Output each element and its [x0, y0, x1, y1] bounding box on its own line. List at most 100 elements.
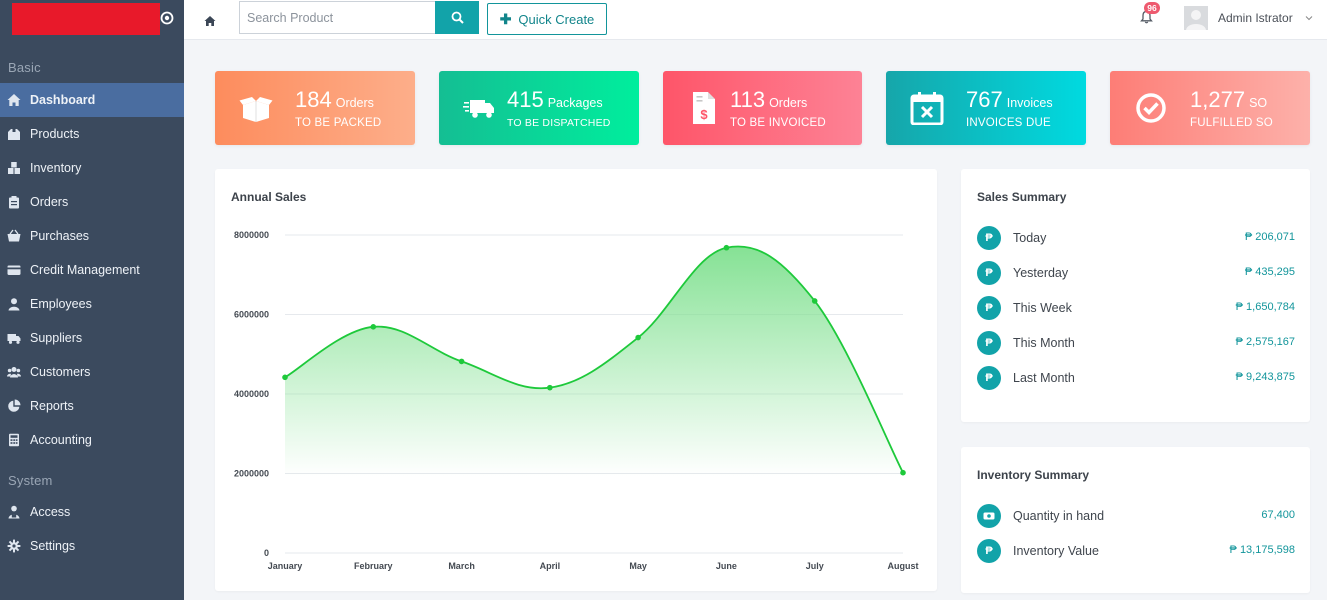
boxes-icon [7, 161, 21, 175]
sales-summary-row: ₱ Today ₱ 206,071 [977, 226, 1295, 254]
stat-caption: TO BE INVOICED [730, 117, 826, 129]
sales-summary-label: Last Month [1013, 371, 1075, 385]
sales-summary-title: Sales Summary [977, 190, 1067, 204]
stat-unit: SO [1249, 96, 1268, 110]
sidebar-item-inventory[interactable]: Inventory [0, 151, 184, 185]
sales-summary-row: ₱ Last Month ₱ 9,243,875 [977, 366, 1295, 394]
x-tick-label: April [540, 561, 561, 571]
data-point-june [723, 244, 730, 251]
invoice-dollar-icon: $ [693, 92, 715, 124]
stat-unit: Packages [547, 96, 603, 110]
sales-summary-label: Today [1013, 231, 1047, 245]
user-lock-icon [7, 505, 21, 519]
sales-summary-panel: Sales Summary ₱ Today ₱ 206,071 ₱ Yester… [961, 169, 1310, 422]
search-button[interactable] [435, 1, 479, 34]
inventory-summary-row: ₱ Inventory Value ₱ 13,175,598 [977, 539, 1295, 567]
sidebar-item-label: Inventory [30, 161, 82, 175]
stat-caption: FULFILLED SO [1190, 117, 1273, 129]
sales-summary-row: ₱ This Month ₱ 2,575,167 [977, 331, 1295, 359]
stat-caption: TO BE PACKED [295, 117, 382, 129]
box-icon [7, 127, 21, 141]
annual-sales-chart: 8000000 6000000 4000000 2000000 0 January Febr… [234, 230, 919, 571]
sidebar-item-suppliers[interactable]: Suppliers [0, 321, 184, 355]
home-icon[interactable] [204, 15, 216, 27]
peso-icon: ₱ [977, 366, 1001, 390]
stat-value: 1,277 [1190, 87, 1246, 112]
data-point-april [547, 384, 553, 391]
peso-icon: ₱ [977, 331, 1001, 355]
user-avatar-icon [1184, 6, 1208, 30]
inventory-summary-row: Quantity in hand 67,400 [977, 504, 1295, 532]
avatar[interactable] [1184, 6, 1208, 30]
stat-unit: Orders [335, 96, 374, 110]
x-tick-label: May [629, 561, 647, 571]
sales-summary-value: ₱ 9,243,875 [1235, 371, 1295, 383]
stat-value-line: 767 Invoices [966, 87, 1053, 113]
sidebar-item-accounting[interactable]: Accounting [0, 423, 184, 457]
x-tick-label: February [354, 561, 393, 571]
svg-text:$: $ [700, 107, 708, 122]
sidebar-item-label: Reports [30, 399, 74, 413]
stat-unit: Orders [769, 96, 808, 110]
x-tick-label: August [888, 561, 919, 571]
brand-logo[interactable] [12, 3, 160, 35]
home-icon [7, 93, 21, 107]
data-point-august [900, 469, 906, 476]
sales-summary-label: Yesterday [1013, 266, 1069, 280]
inventory-summary-value: ₱ 13,175,598 [1229, 544, 1295, 556]
sales-summary-label: This Month [1013, 336, 1075, 350]
inventory-summary-title: Inventory Summary [977, 468, 1090, 482]
stat-unit: Invoices [1006, 96, 1053, 110]
open-box-icon [239, 97, 273, 122]
gear-icon [7, 539, 21, 553]
cash-icon [977, 504, 1001, 528]
sales-summary-value: ₱ 1,650,784 [1235, 301, 1295, 313]
sidebar-item-products[interactable]: Products [0, 117, 184, 151]
sales-summary-label: This Week [1013, 301, 1072, 315]
y-tick-label: 0 [264, 548, 269, 558]
sidebar-item-dashboard[interactable]: Dashboard [0, 83, 184, 117]
search-icon [451, 11, 464, 24]
stat-value-line: 113 Orders [730, 87, 807, 113]
search-input[interactable] [239, 1, 436, 34]
sidebar-item-label: Products [30, 127, 80, 141]
user-icon [7, 297, 21, 311]
stat-value-line: 1,277 SO [1190, 87, 1267, 113]
stat-card-invoices-due[interactable]: 767 Invoices INVOICES DUE [886, 71, 1086, 145]
sidebar-item-employees[interactable]: Employees [0, 287, 184, 321]
stat-value-line: 184 Orders [295, 87, 374, 113]
check-circle-icon [1136, 93, 1166, 123]
sidebar-item-access[interactable]: Access [0, 495, 184, 529]
stat-card-to-be-invoiced[interactable]: $ 113 Orders TO BE INVOICED [663, 71, 862, 145]
data-point-march [458, 358, 465, 365]
user-name[interactable]: Admin Istrator [1218, 11, 1293, 25]
quick-create-button[interactable]: ✚ Quick Create [487, 3, 607, 35]
sidebar-item-settings[interactable]: Settings [0, 529, 184, 563]
calculator-icon [7, 433, 21, 447]
sidebar-toggle-icon[interactable] [160, 11, 174, 25]
sidebar-item-purchases[interactable]: Purchases [0, 219, 184, 253]
notification-badge[interactable]: 96 [1144, 2, 1160, 14]
sales-summary-value: ₱ 2,575,167 [1235, 336, 1295, 348]
inventory-summary-label: Inventory Value [1013, 544, 1099, 558]
sales-area-fill [285, 246, 903, 553]
stat-card-fulfilled-so[interactable]: 1,277 SO FULFILLED SO [1110, 71, 1310, 145]
sidebar-item-label: Customers [30, 365, 91, 379]
sidebar-item-label: Dashboard [30, 93, 96, 107]
stat-value: 767 [966, 87, 1003, 112]
stat-card-to-be-dispatched[interactable]: 415 Packages TO BE DISPATCHED [439, 71, 639, 145]
x-tick-label: March [448, 561, 475, 571]
sidebar-item-label: Accounting [30, 433, 92, 447]
sidebar-item-credit-management[interactable]: Credit Management [0, 253, 184, 287]
inventory-summary-value: 67,400 [1261, 509, 1295, 521]
sidebar-item-orders[interactable]: Orders [0, 185, 184, 219]
x-tick-label: June [716, 561, 737, 571]
peso-icon: ₱ [977, 296, 1001, 320]
y-tick-label: 4000000 [234, 389, 269, 399]
sidebar-item-customers[interactable]: Customers [0, 355, 184, 389]
sidebar-item-reports[interactable]: Reports [0, 389, 184, 423]
stat-value: 113 [730, 87, 766, 112]
chevron-down-icon[interactable] [1305, 15, 1313, 21]
stat-value-line: 415 Packages [507, 87, 603, 113]
stat-card-to-be-packed[interactable]: 184 Orders TO BE PACKED [215, 71, 415, 145]
